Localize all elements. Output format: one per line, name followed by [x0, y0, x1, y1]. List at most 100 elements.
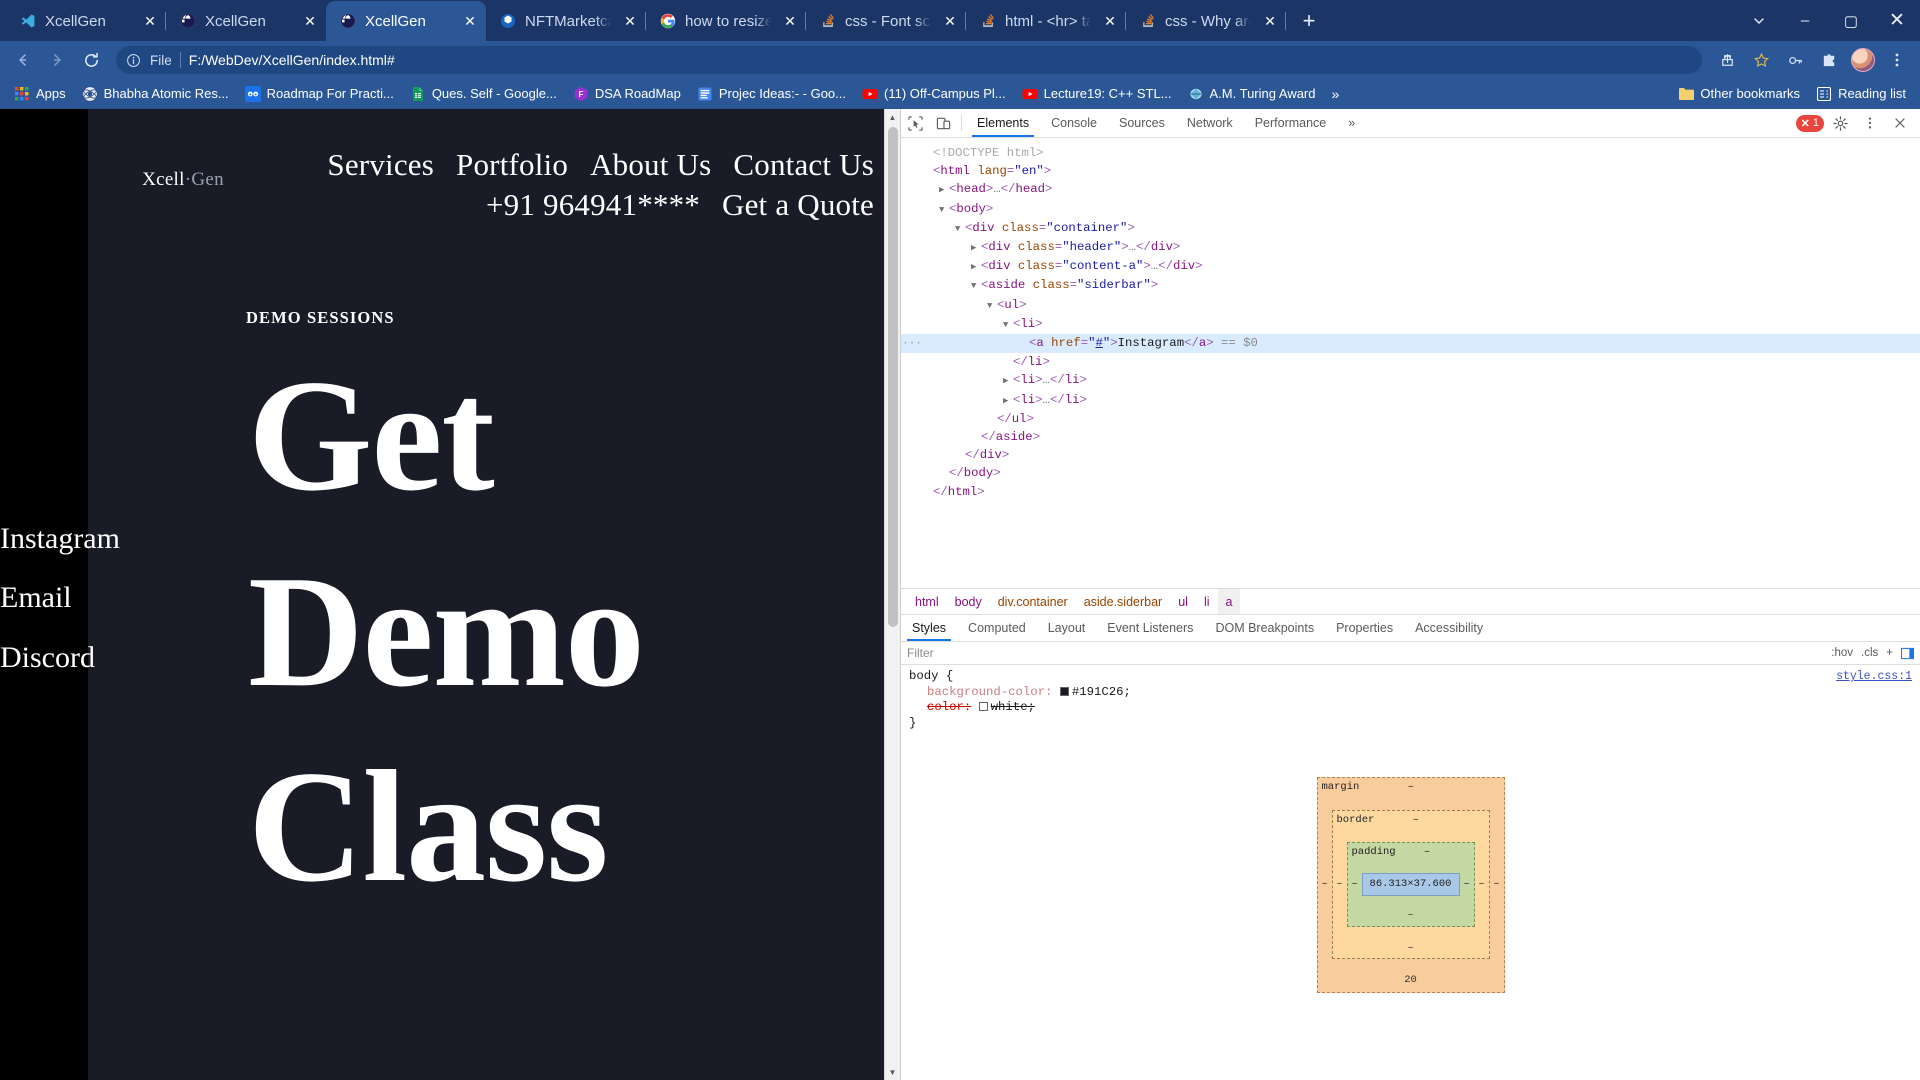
- reading-list-button[interactable]: Reading list: [1808, 82, 1914, 106]
- bookmark-item[interactable]: Lecture19: C++ STL...: [1014, 82, 1180, 106]
- dom-tree-line[interactable]: </li>: [901, 353, 1920, 371]
- breadcrumb-item[interactable]: a: [1217, 588, 1241, 615]
- avatar[interactable]: [1851, 48, 1875, 72]
- css-value[interactable]: #191C26;: [1072, 685, 1131, 699]
- browser-tab[interactable]: css - Why are half ✕: [1126, 1, 1286, 41]
- css-value[interactable]: white;: [991, 700, 1035, 714]
- box-model-content-size[interactable]: 86.313×37.600: [1361, 872, 1460, 897]
- box-model-border[interactable]: border – – padding – – 86.313×37.600 – –…: [1331, 809, 1490, 960]
- breadcrumb-item[interactable]: html: [907, 589, 947, 615]
- maximize-button[interactable]: ▢: [1828, 0, 1874, 41]
- bookmark-item[interactable]: A.M. Turing Award: [1180, 82, 1324, 106]
- bookmarks-overflow-button[interactable]: »: [1324, 86, 1348, 102]
- dom-expand-triangle[interactable]: ▶: [1003, 392, 1013, 410]
- dom-tree-line[interactable]: ▶ <div class="header">…</div>: [901, 238, 1920, 257]
- filter-input[interactable]: Filter: [907, 646, 1823, 660]
- devtools-more-tabs[interactable]: »: [1337, 109, 1366, 137]
- breadcrumb-item[interactable]: aside.siderbar: [1076, 589, 1171, 615]
- border-bottom-value[interactable]: –: [1407, 941, 1413, 957]
- page-scrollbar[interactable]: ▲ ▼: [884, 109, 900, 1080]
- dom-expand-triangle[interactable]: ▼: [1003, 316, 1013, 334]
- padding-left-value[interactable]: –: [1348, 877, 1362, 893]
- styles-subtab-computed[interactable]: Computed: [957, 615, 1037, 641]
- dom-expand-triangle[interactable]: ▼: [987, 297, 997, 315]
- dom-tree-line[interactable]: ▼ <body>: [901, 200, 1920, 219]
- styles-subtab-event-listeners[interactable]: Event Listeners: [1096, 615, 1204, 641]
- dom-expand-triangle[interactable]: ▶: [939, 181, 949, 199]
- sidebar-link-discord[interactable]: Discord: [0, 628, 150, 687]
- other-bookmarks-button[interactable]: Other bookmarks: [1670, 82, 1808, 106]
- dom-tree-line[interactable]: <!DOCTYPE html>: [901, 144, 1920, 162]
- browser-tab[interactable]: NFTMarketcap.Ai ✕: [486, 1, 646, 41]
- dom-tree-line[interactable]: ▼ <div class="container">: [901, 219, 1920, 238]
- browser-tab[interactable]: XcellGen ✕: [6, 1, 166, 41]
- devtools-tab-elements[interactable]: Elements: [966, 109, 1040, 137]
- dom-tree-line[interactable]: ▶ <div class="content-a">…</div>: [901, 257, 1920, 276]
- forward-button[interactable]: [42, 45, 72, 75]
- nav-item-about-us[interactable]: About Us: [590, 147, 711, 182]
- style-rule-selector[interactable]: body {: [909, 669, 953, 685]
- box-model-padding[interactable]: padding – – 86.313×37.600 – –: [1346, 842, 1475, 927]
- puzzle-icon[interactable]: [1814, 45, 1844, 75]
- nav-item-phone[interactable]: +91 964941****: [486, 187, 700, 222]
- dom-tree-line[interactable]: </html>: [901, 483, 1920, 501]
- tab-close-button[interactable]: ✕: [460, 11, 480, 31]
- browser-tab[interactable]: XcellGen ✕: [166, 1, 326, 41]
- styles-subtab-layout[interactable]: Layout: [1037, 615, 1097, 641]
- css-declaration[interactable]: color: white;: [901, 700, 1920, 716]
- bookmark-item[interactable]: Projec Ideas:- - Goo...: [689, 82, 854, 106]
- dom-tree[interactable]: <!DOCTYPE html> <html lang="en"> ▶ <head>…<…: [901, 138, 1920, 589]
- key-icon[interactable]: [1780, 45, 1810, 75]
- scroll-up-arrow[interactable]: ▲: [885, 109, 900, 125]
- border-right-value[interactable]: –: [1475, 877, 1489, 893]
- devtools-tab-sources[interactable]: Sources: [1108, 109, 1176, 137]
- css-property[interactable]: background-color:: [927, 685, 1052, 699]
- css-declaration[interactable]: background-color: #191C26;: [901, 685, 1920, 701]
- style-rule-source-link[interactable]: style.css:1: [1836, 669, 1912, 685]
- tab-close-button[interactable]: ✕: [780, 11, 800, 31]
- margin-left-value[interactable]: –: [1318, 877, 1332, 893]
- scrollbar-thumb[interactable]: [888, 127, 898, 627]
- new-style-rule-button[interactable]: +: [1886, 647, 1893, 659]
- bookmark-item[interactable]: F DSA RoadMap: [565, 82, 689, 106]
- scroll-down-arrow[interactable]: ▼: [885, 1064, 900, 1080]
- dom-tree-line[interactable]: </aside>: [901, 428, 1920, 446]
- dom-tree-line[interactable]: </ul>: [901, 410, 1920, 428]
- padding-top-value[interactable]: –: [1424, 846, 1430, 858]
- breadcrumb-item[interactable]: li: [1196, 589, 1218, 615]
- padding-bottom-value[interactable]: –: [1407, 908, 1413, 924]
- close-window-button[interactable]: ✕: [1874, 0, 1920, 41]
- nav-item-services[interactable]: Services: [327, 147, 434, 182]
- dom-tree-line[interactable]: ▼ <aside class="siderbar">: [901, 276, 1920, 295]
- site-logo[interactable]: Xcell·Gen: [88, 145, 278, 191]
- device-toggle-icon[interactable]: [929, 109, 957, 137]
- sidebar-link-email[interactable]: Email: [0, 568, 150, 627]
- margin-bottom-value[interactable]: 20: [1404, 973, 1417, 989]
- breadcrumb-item[interactable]: ul: [1170, 589, 1196, 615]
- margin-right-value[interactable]: –: [1490, 877, 1504, 893]
- tab-search-icon[interactable]: [1736, 0, 1782, 41]
- error-count-badge[interactable]: ✕ 1: [1795, 114, 1824, 132]
- margin-top-value[interactable]: –: [1408, 781, 1414, 793]
- browser-tab[interactable]: html - <hr> tags : ✕: [966, 1, 1126, 41]
- tab-close-button[interactable]: ✕: [1100, 11, 1120, 31]
- color-swatch[interactable]: [1059, 686, 1069, 696]
- dom-tree-line[interactable]: ▶ <head>…</head>: [901, 180, 1920, 199]
- cls-button[interactable]: .cls: [1861, 647, 1878, 659]
- color-swatch[interactable]: [978, 702, 988, 712]
- share-icon[interactable]: [1712, 45, 1742, 75]
- tab-close-button[interactable]: ✕: [140, 11, 160, 31]
- toggle-sidebar-icon[interactable]: [1901, 647, 1914, 660]
- bookmark-item[interactable]: (11) Off-Campus Pl...: [854, 82, 1014, 106]
- minimize-button[interactable]: –: [1782, 0, 1828, 41]
- breadcrumb-item[interactable]: body: [947, 589, 990, 615]
- box-model-margin[interactable]: margin – – border – – padding – – 86.313…: [1316, 777, 1505, 993]
- border-left-value[interactable]: –: [1333, 877, 1347, 893]
- dom-expand-triangle[interactable]: ▼: [939, 201, 949, 219]
- devtools-kebab-menu-icon[interactable]: [1856, 116, 1884, 130]
- styles-subtab-accessibility[interactable]: Accessibility: [1404, 615, 1494, 641]
- nav-item-portfolio[interactable]: Portfolio: [456, 147, 568, 182]
- browser-tab[interactable]: css - Font scaling ✕: [806, 1, 966, 41]
- dom-expand-triangle[interactable]: ▶: [971, 258, 981, 276]
- bookmark-item[interactable]: Roadmap For Practi...: [237, 82, 402, 106]
